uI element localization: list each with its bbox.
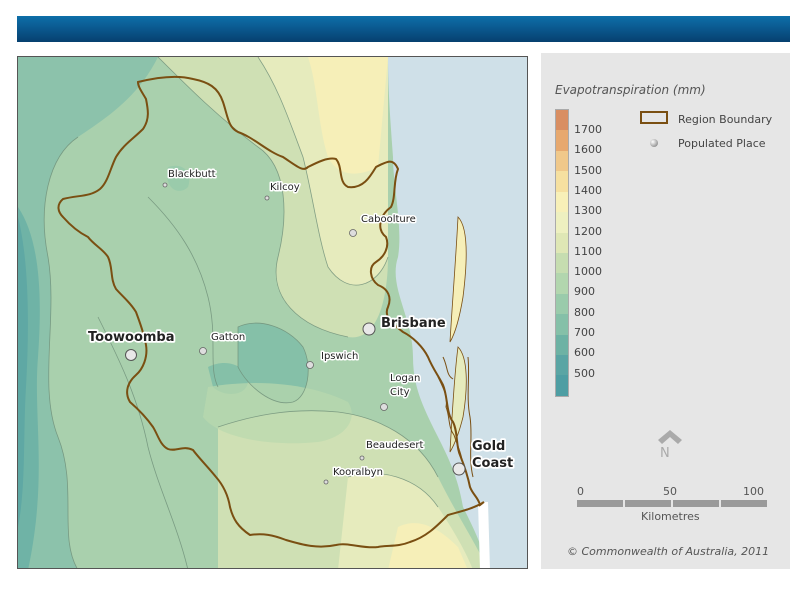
color-ramp-segment xyxy=(556,110,568,131)
evapotranspiration-map: Blackbutt Kilcoy Caboolture Toowoomba Ga… xyxy=(18,57,527,568)
header-banner xyxy=(17,16,790,42)
color-ramp-segment xyxy=(556,252,568,274)
place-label: Brisbane xyxy=(381,316,446,331)
region-boundary-label: Region Boundary xyxy=(678,113,773,126)
scale-label-50: 50 xyxy=(663,485,677,498)
color-ramp-segment xyxy=(556,150,568,172)
place-label: Gold xyxy=(472,439,505,454)
scale-bar-segment xyxy=(577,500,623,507)
populated-place-marker xyxy=(349,229,357,237)
scale-bar-segment xyxy=(625,500,671,507)
populated-place-marker xyxy=(125,349,137,361)
populated-place-marker xyxy=(362,322,376,336)
place-label: Coast xyxy=(472,456,513,471)
legend-tick-label: 900 xyxy=(574,285,595,299)
place-label: Blackbutt xyxy=(168,169,216,180)
place-label: Ipswich xyxy=(321,351,358,362)
color-ramp-segment xyxy=(556,191,568,213)
legend-tick-label: 1200 xyxy=(574,224,602,238)
place-label: Gatton xyxy=(211,332,245,343)
place-label: Beaudesert xyxy=(366,440,423,451)
populated-place-marker xyxy=(452,462,466,476)
legend-title: Evapotranspiration (mm) xyxy=(555,83,706,97)
color-ramp-segment xyxy=(556,232,568,253)
place-label: Kooralbyn xyxy=(333,467,383,478)
scale-bar-segment xyxy=(673,500,719,507)
map-view[interactable]: Blackbutt Kilcoy Caboolture Toowoomba Ga… xyxy=(17,56,528,569)
legend-tick-label: 1700 xyxy=(574,123,602,136)
copyright: © Commonwealth of Australia, 2011 xyxy=(567,545,770,558)
color-ramp-segment xyxy=(556,355,568,376)
color-ramp-segment xyxy=(556,314,568,335)
color-ramp-segment xyxy=(556,130,568,151)
legend-tick-label: 1000 xyxy=(574,265,602,279)
populated-place-swatch xyxy=(650,139,658,147)
legend-tick-label: 1300 xyxy=(574,204,602,218)
populated-place-marker xyxy=(264,195,270,201)
place-label: Toowoomba xyxy=(88,330,175,345)
legend-tick-label: 1500 xyxy=(574,163,602,177)
legend-tick-label: 800 xyxy=(574,305,595,319)
scale-bar-segment xyxy=(721,500,767,507)
legend-tick-label: 1600 xyxy=(574,143,602,157)
populated-place-marker xyxy=(306,361,314,369)
legend-panel: Evapotranspiration (mm) 1700 1600 1500 1400… xyxy=(541,53,790,569)
legend-tick-label: 700 xyxy=(574,326,595,339)
region-boundary-swatch xyxy=(640,111,668,124)
evapotranspiration-color-ramp xyxy=(555,109,569,397)
populated-place-marker xyxy=(162,182,168,188)
color-ramp-segment xyxy=(556,293,568,315)
legend-tick-label: 600 xyxy=(574,346,595,360)
populated-place-marker xyxy=(199,347,207,355)
legend-tick-label: 500 xyxy=(574,366,595,380)
north-label: N xyxy=(660,446,670,461)
populated-place-marker xyxy=(380,403,388,411)
populated-place-label: Populated Place xyxy=(678,137,766,150)
legend-tick-label: 1400 xyxy=(574,183,602,197)
color-ramp-segment xyxy=(556,212,568,233)
place-label: Caboolture xyxy=(361,214,416,225)
color-ramp-segment xyxy=(556,375,568,396)
place-label: Kilcoy xyxy=(270,182,300,193)
legend-tick-label: 1100 xyxy=(574,244,602,258)
color-ramp-segment xyxy=(556,334,568,356)
populated-place-marker xyxy=(359,455,365,461)
place-label: Logan xyxy=(390,373,420,384)
place-label: City xyxy=(390,387,410,398)
scale-label-100: 100 xyxy=(743,485,764,498)
color-ramp-segment xyxy=(556,273,568,294)
populated-place-marker xyxy=(323,479,329,485)
scale-label-0: 0 xyxy=(577,485,584,498)
scale-unit: Kilometres xyxy=(641,510,700,523)
color-ramp-segment xyxy=(556,171,568,192)
